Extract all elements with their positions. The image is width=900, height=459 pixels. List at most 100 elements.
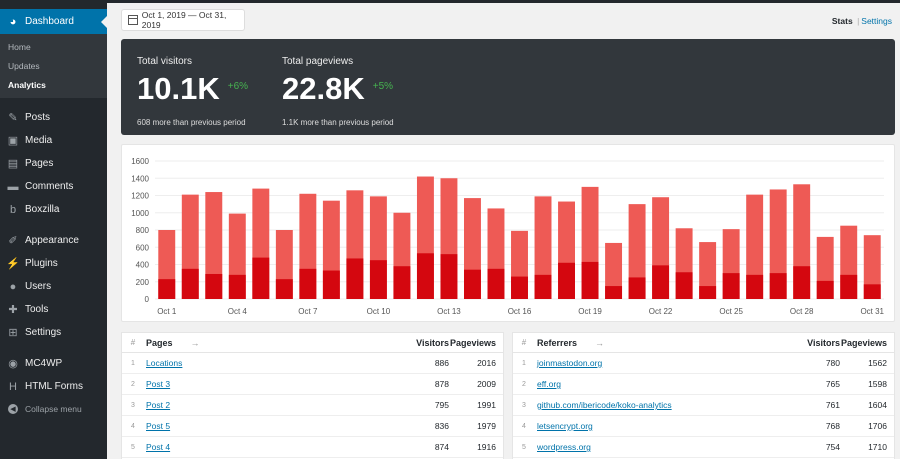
table-row: 2 eff.org 765 1598 <box>513 374 894 395</box>
admin-sidebar: ◕ Dashboard Home Updates Analytics ✎ Post… <box>0 0 107 459</box>
row-num: 5 <box>522 443 526 451</box>
sidebar-item-label: Comments <box>25 181 74 192</box>
row-visitors: 795 <box>434 400 449 410</box>
row-link[interactable]: Post 3 <box>146 379 170 389</box>
row-link[interactable]: eff.org <box>537 379 561 389</box>
y-tick-label: 1200 <box>131 192 149 201</box>
boxzilla-icon: b <box>9 203 17 216</box>
row-num: 4 <box>131 422 135 430</box>
table-row: 1 joinmastodon.org 780 1562 <box>513 353 894 374</box>
stats-link[interactable]: Stats <box>832 16 853 26</box>
col-name: Referrers → <box>535 338 788 348</box>
bar-visitors <box>158 279 176 299</box>
row-name: github.com/ibericode/koko-analytics <box>535 400 788 410</box>
row-link[interactable]: joinmastodon.org <box>537 358 602 368</box>
sidebar-item-appearance[interactable]: ✐ Appearance <box>0 229 107 252</box>
table-header: # Referrers → Visitors Pageviews <box>513 333 894 353</box>
sidebar-item-tools[interactable]: ✚ Tools <box>0 298 107 321</box>
sidebar-item-dashboard[interactable]: ◕ Dashboard <box>0 9 107 34</box>
col-name-label: Referrers <box>537 337 578 348</box>
bar-visitors <box>369 260 387 299</box>
arrow-right-icon[interactable]: → <box>191 338 200 348</box>
sidebar-item-users[interactable]: ● Users <box>0 275 107 298</box>
total-delta: +6% <box>227 81 249 92</box>
sidebar-item-label: Tools <box>25 304 49 315</box>
x-tick-label: Oct 10 <box>367 307 391 316</box>
submenu-analytics[interactable]: Analytics <box>0 76 107 95</box>
sidebar-item-label: Users <box>25 281 52 292</box>
tools-icon: ✚ <box>8 304 18 316</box>
sidebar-item-settings[interactable]: ⊞ Settings <box>0 321 107 344</box>
row-num: 3 <box>131 401 135 409</box>
row-link[interactable]: Post 4 <box>146 442 170 452</box>
sidebar-item-boxzilla[interactable]: b Boxzilla <box>0 198 107 221</box>
row-num: 1 <box>131 359 135 367</box>
row-visitors: 780 <box>825 358 840 368</box>
submenu-updates[interactable]: Updates <box>0 57 107 76</box>
plugin-icon: ⚡ <box>6 258 20 270</box>
col-name: Pages → <box>144 338 397 348</box>
row-pageviews: 1991 <box>477 400 496 410</box>
pages-icon: ▤ <box>7 158 19 170</box>
arrow-right-icon[interactable]: → <box>595 338 604 348</box>
sidebar-item-label: Posts <box>25 112 51 123</box>
row-visitors: 761 <box>825 400 840 410</box>
x-tick-label: Oct 16 <box>508 307 532 316</box>
mc4wp-icon: ◉ <box>8 358 18 370</box>
row-link[interactable]: letsencrypt.org <box>537 421 593 431</box>
row-link[interactable]: Post 5 <box>146 421 170 431</box>
sidebar-item-comments[interactable]: ▬ Comments <box>0 175 107 198</box>
x-tick-label: Oct 19 <box>578 307 602 316</box>
submenu-home[interactable]: Home <box>0 38 107 57</box>
row-link[interactable]: github.com/ibericode/koko-analytics <box>537 400 672 410</box>
bar-visitors <box>816 280 834 299</box>
date-range-label: Oct 1, 2019 — Oct 31, 2019 <box>141 10 227 30</box>
bar-visitors <box>746 274 764 299</box>
x-tick-label: Oct 4 <box>228 307 248 316</box>
row-name: wordpress.org <box>535 442 788 452</box>
collapse-menu-button[interactable]: ◀ Collapse menu <box>0 398 107 420</box>
row-pageviews: 2016 <box>477 358 496 368</box>
col-num: # <box>130 338 136 347</box>
col-name-label: Pages <box>146 337 173 348</box>
row-num: 3 <box>522 401 526 409</box>
table-row: 5 wordpress.org 754 1710 <box>513 437 894 458</box>
bar-visitors <box>863 284 881 299</box>
table-row: 2 Post 3 878 2009 <box>122 374 503 395</box>
total-visitors: Total visitors 10.1K +6% 608 more than pr… <box>137 56 248 127</box>
row-visitors: 768 <box>825 421 840 431</box>
bar-visitors <box>275 279 293 299</box>
settings-link[interactable]: Settings <box>861 16 892 26</box>
sidebar-item-mc4wp[interactable]: ◉ MC4WP <box>0 352 107 375</box>
col-num: # <box>521 338 527 347</box>
sidebar-item-label: MC4WP <box>25 358 63 369</box>
nav-separator: | <box>857 16 860 26</box>
date-range-picker[interactable]: Oct 1, 2019 — Oct 31, 2019 <box>121 9 245 31</box>
bar-visitors <box>440 254 458 299</box>
bar-visitors <box>205 273 223 299</box>
settings-icon: ⊞ <box>8 327 18 339</box>
row-link[interactable]: Post 2 <box>146 400 170 410</box>
sidebar-item-posts[interactable]: ✎ Posts <box>0 106 107 129</box>
row-visitors: 878 <box>434 379 449 389</box>
bar-visitors <box>416 253 434 299</box>
sidebar-item-pages[interactable]: ▤ Pages <box>0 152 107 175</box>
totals-panel: Total visitors 10.1K +6% 608 more than pr… <box>121 39 895 135</box>
row-visitors: 836 <box>434 421 449 431</box>
dashboard-icon: ◕ <box>9 15 17 28</box>
y-tick-label: 800 <box>136 226 150 235</box>
y-tick-label: 600 <box>136 243 150 252</box>
pageviews-chart: 0 200 400 600 800 1000 1200 1400 1600 Oct 1 Oct 4 O… <box>131 157 884 316</box>
sidebar-item-plugins[interactable]: ⚡ Plugins <box>0 252 107 275</box>
sidebar-item-html-forms[interactable]: H HTML Forms <box>0 375 107 398</box>
x-tick-label: Oct 25 <box>719 307 743 316</box>
bar-visitors <box>605 286 623 299</box>
x-tick-label: Oct 1 <box>157 307 177 316</box>
sidebar-item-media[interactable]: ▣ Media <box>0 129 107 152</box>
row-num: 4 <box>522 422 526 430</box>
row-link[interactable]: Locations <box>146 358 182 368</box>
row-link[interactable]: wordpress.org <box>537 442 591 452</box>
bar-visitors <box>346 258 364 299</box>
row-visitors: 886 <box>434 358 449 368</box>
bar-visitors <box>299 268 317 299</box>
